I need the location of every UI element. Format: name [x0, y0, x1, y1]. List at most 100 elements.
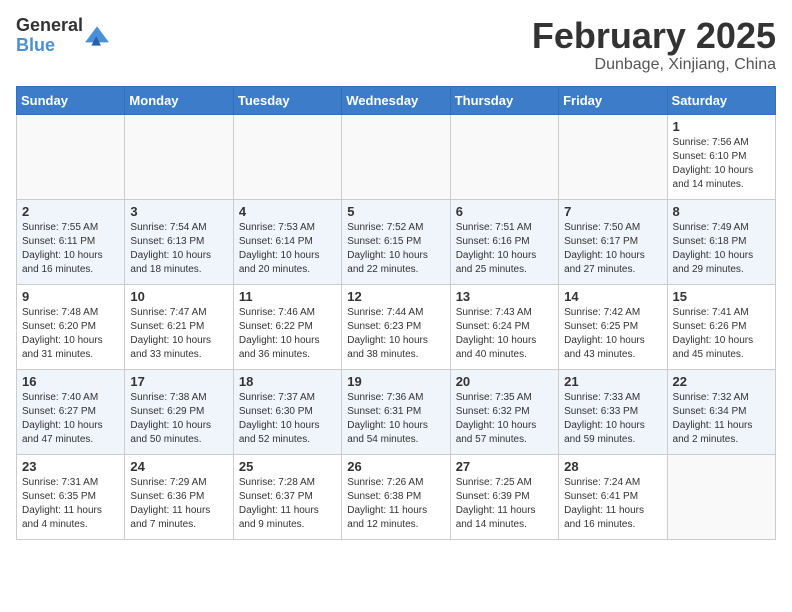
logo-icon [85, 26, 109, 46]
calendar-cell [559, 114, 667, 199]
calendar-week-row: 9Sunrise: 7:48 AM Sunset: 6:20 PM Daylig… [17, 284, 776, 369]
day-info: Sunrise: 7:43 AM Sunset: 6:24 PM Dayligh… [456, 307, 537, 360]
calendar-cell [450, 114, 558, 199]
weekday-header-sunday: Sunday [17, 86, 125, 114]
month-title: February 2025 [532, 16, 776, 56]
calendar-cell: 5 Sunrise: 7:52 AM Sunset: 6:15 PM Daylig… [342, 199, 450, 284]
day-info: Sunrise: 7:38 AM Sunset: 6:29 PM Dayligh… [130, 392, 211, 445]
day-info: Sunrise: 7:33 AM Sunset: 6:33 PM Dayligh… [564, 392, 645, 445]
day-number: 11 [239, 289, 336, 304]
calendar-cell: 16 Sunrise: 7:40 AM Sunset: 6:27 PM Dayli… [17, 369, 125, 454]
day-info: Sunrise: 7:55 AM Sunset: 6:11 PM Dayligh… [22, 222, 103, 275]
calendar-cell [233, 114, 341, 199]
day-info: Sunrise: 7:48 AM Sunset: 6:20 PM Dayligh… [22, 307, 103, 360]
calendar-cell: 21 Sunrise: 7:33 AM Sunset: 6:33 PM Dayli… [559, 369, 667, 454]
day-number: 10 [130, 289, 227, 304]
calendar-cell: 15 Sunrise: 7:41 AM Sunset: 6:26 PM Dayli… [667, 284, 775, 369]
day-info: Sunrise: 7:42 AM Sunset: 6:25 PM Dayligh… [564, 307, 645, 360]
day-number: 25 [239, 459, 336, 474]
calendar-cell: 9Sunrise: 7:48 AM Sunset: 6:20 PM Daylig… [17, 284, 125, 369]
calendar-cell [17, 114, 125, 199]
calendar-cell: 19 Sunrise: 7:36 AM Sunset: 6:31 PM Dayli… [342, 369, 450, 454]
calendar-cell: 27 Sunrise: 7:25 AM Sunset: 6:39 PM Dayli… [450, 454, 558, 539]
weekday-header-tuesday: Tuesday [233, 86, 341, 114]
day-number: 1 [673, 119, 770, 134]
day-info: Sunrise: 7:47 AM Sunset: 6:21 PM Dayligh… [130, 307, 211, 360]
day-info: Sunrise: 7:24 AM Sunset: 6:41 PM Dayligh… [564, 477, 644, 530]
calendar-week-row: 1 Sunrise: 7:56 AM Sunset: 6:10 PM Daylig… [17, 114, 776, 199]
day-info: Sunrise: 7:32 AM Sunset: 6:34 PM Dayligh… [673, 392, 753, 445]
weekday-header-monday: Monday [125, 86, 233, 114]
calendar-cell: 3 Sunrise: 7:54 AM Sunset: 6:13 PM Daylig… [125, 199, 233, 284]
day-info: Sunrise: 7:56 AM Sunset: 6:10 PM Dayligh… [673, 137, 754, 190]
calendar-cell [667, 454, 775, 539]
calendar-cell: 2 Sunrise: 7:55 AM Sunset: 6:11 PM Daylig… [17, 199, 125, 284]
day-number: 26 [347, 459, 444, 474]
calendar-cell: 10 Sunrise: 7:47 AM Sunset: 6:21 PM Dayli… [125, 284, 233, 369]
calendar-cell: 17 Sunrise: 7:38 AM Sunset: 6:29 PM Dayli… [125, 369, 233, 454]
calendar-cell: 25 Sunrise: 7:28 AM Sunset: 6:37 PM Dayli… [233, 454, 341, 539]
title-block: February 2025 Dunbage, Xinjiang, China [532, 16, 776, 74]
calendar-header-row: SundayMondayTuesdayWednesdayThursdayFrid… [17, 86, 776, 114]
day-number: 27 [456, 459, 553, 474]
location: Dunbage, Xinjiang, China [532, 56, 776, 74]
calendar-week-row: 16 Sunrise: 7:40 AM Sunset: 6:27 PM Dayli… [17, 369, 776, 454]
day-number: 17 [130, 374, 227, 389]
day-number: 12 [347, 289, 444, 304]
day-number: 19 [347, 374, 444, 389]
calendar-cell: 28 Sunrise: 7:24 AM Sunset: 6:41 PM Dayli… [559, 454, 667, 539]
day-number: 5 [347, 204, 444, 219]
calendar-cell: 22 Sunrise: 7:32 AM Sunset: 6:34 PM Dayli… [667, 369, 775, 454]
calendar-cell: 8Sunrise: 7:49 AM Sunset: 6:18 PM Daylig… [667, 199, 775, 284]
logo-text: GeneralBlue [16, 16, 83, 56]
day-number: 23 [22, 459, 119, 474]
day-info: Sunrise: 7:49 AM Sunset: 6:18 PM Dayligh… [673, 222, 754, 275]
day-number: 16 [22, 374, 119, 389]
calendar-cell: 7 Sunrise: 7:50 AM Sunset: 6:17 PM Daylig… [559, 199, 667, 284]
day-info: Sunrise: 7:44 AM Sunset: 6:23 PM Dayligh… [347, 307, 428, 360]
day-number: 2 [22, 204, 119, 219]
calendar-cell: 14 Sunrise: 7:42 AM Sunset: 6:25 PM Dayli… [559, 284, 667, 369]
day-info: Sunrise: 7:36 AM Sunset: 6:31 PM Dayligh… [347, 392, 428, 445]
day-info: Sunrise: 7:29 AM Sunset: 6:36 PM Dayligh… [130, 477, 210, 530]
day-info: Sunrise: 7:54 AM Sunset: 6:13 PM Dayligh… [130, 222, 211, 275]
day-number: 3 [130, 204, 227, 219]
day-info: Sunrise: 7:37 AM Sunset: 6:30 PM Dayligh… [239, 392, 320, 445]
calendar-cell [125, 114, 233, 199]
day-info: Sunrise: 7:52 AM Sunset: 6:15 PM Dayligh… [347, 222, 428, 275]
day-number: 20 [456, 374, 553, 389]
day-info: Sunrise: 7:51 AM Sunset: 6:16 PM Dayligh… [456, 222, 537, 275]
day-info: Sunrise: 7:46 AM Sunset: 6:22 PM Dayligh… [239, 307, 320, 360]
calendar-week-row: 2 Sunrise: 7:55 AM Sunset: 6:11 PM Daylig… [17, 199, 776, 284]
day-info: Sunrise: 7:25 AM Sunset: 6:39 PM Dayligh… [456, 477, 536, 530]
day-info: Sunrise: 7:50 AM Sunset: 6:17 PM Dayligh… [564, 222, 645, 275]
day-number: 6 [456, 204, 553, 219]
day-number: 24 [130, 459, 227, 474]
day-info: Sunrise: 7:26 AM Sunset: 6:38 PM Dayligh… [347, 477, 427, 530]
calendar-cell: 20 Sunrise: 7:35 AM Sunset: 6:32 PM Dayli… [450, 369, 558, 454]
day-info: Sunrise: 7:40 AM Sunset: 6:27 PM Dayligh… [22, 392, 103, 445]
day-number: 28 [564, 459, 661, 474]
day-number: 15 [673, 289, 770, 304]
day-number: 18 [239, 374, 336, 389]
day-info: Sunrise: 7:41 AM Sunset: 6:26 PM Dayligh… [673, 307, 754, 360]
page-header: GeneralBlue February 2025 Dunbage, Xinji… [16, 16, 776, 74]
calendar-cell: 18 Sunrise: 7:37 AM Sunset: 6:30 PM Dayli… [233, 369, 341, 454]
calendar-table: SundayMondayTuesdayWednesdayThursdayFrid… [16, 86, 776, 540]
weekday-header-thursday: Thursday [450, 86, 558, 114]
day-number: 22 [673, 374, 770, 389]
day-info: Sunrise: 7:35 AM Sunset: 6:32 PM Dayligh… [456, 392, 537, 445]
day-info: Sunrise: 7:31 AM Sunset: 6:35 PM Dayligh… [22, 477, 102, 530]
weekday-header-wednesday: Wednesday [342, 86, 450, 114]
calendar-cell: 11 Sunrise: 7:46 AM Sunset: 6:22 PM Dayli… [233, 284, 341, 369]
calendar-cell: 1 Sunrise: 7:56 AM Sunset: 6:10 PM Daylig… [667, 114, 775, 199]
day-number: 14 [564, 289, 661, 304]
calendar-cell: 12 Sunrise: 7:44 AM Sunset: 6:23 PM Dayli… [342, 284, 450, 369]
day-number: 7 [564, 204, 661, 219]
day-info: Sunrise: 7:28 AM Sunset: 6:37 PM Dayligh… [239, 477, 319, 530]
calendar-cell: 4Sunrise: 7:53 AM Sunset: 6:14 PM Daylig… [233, 199, 341, 284]
calendar-cell: 13Sunrise: 7:43 AM Sunset: 6:24 PM Dayli… [450, 284, 558, 369]
day-number: 21 [564, 374, 661, 389]
calendar-week-row: 23 Sunrise: 7:31 AM Sunset: 6:35 PM Dayli… [17, 454, 776, 539]
weekday-header-friday: Friday [559, 86, 667, 114]
